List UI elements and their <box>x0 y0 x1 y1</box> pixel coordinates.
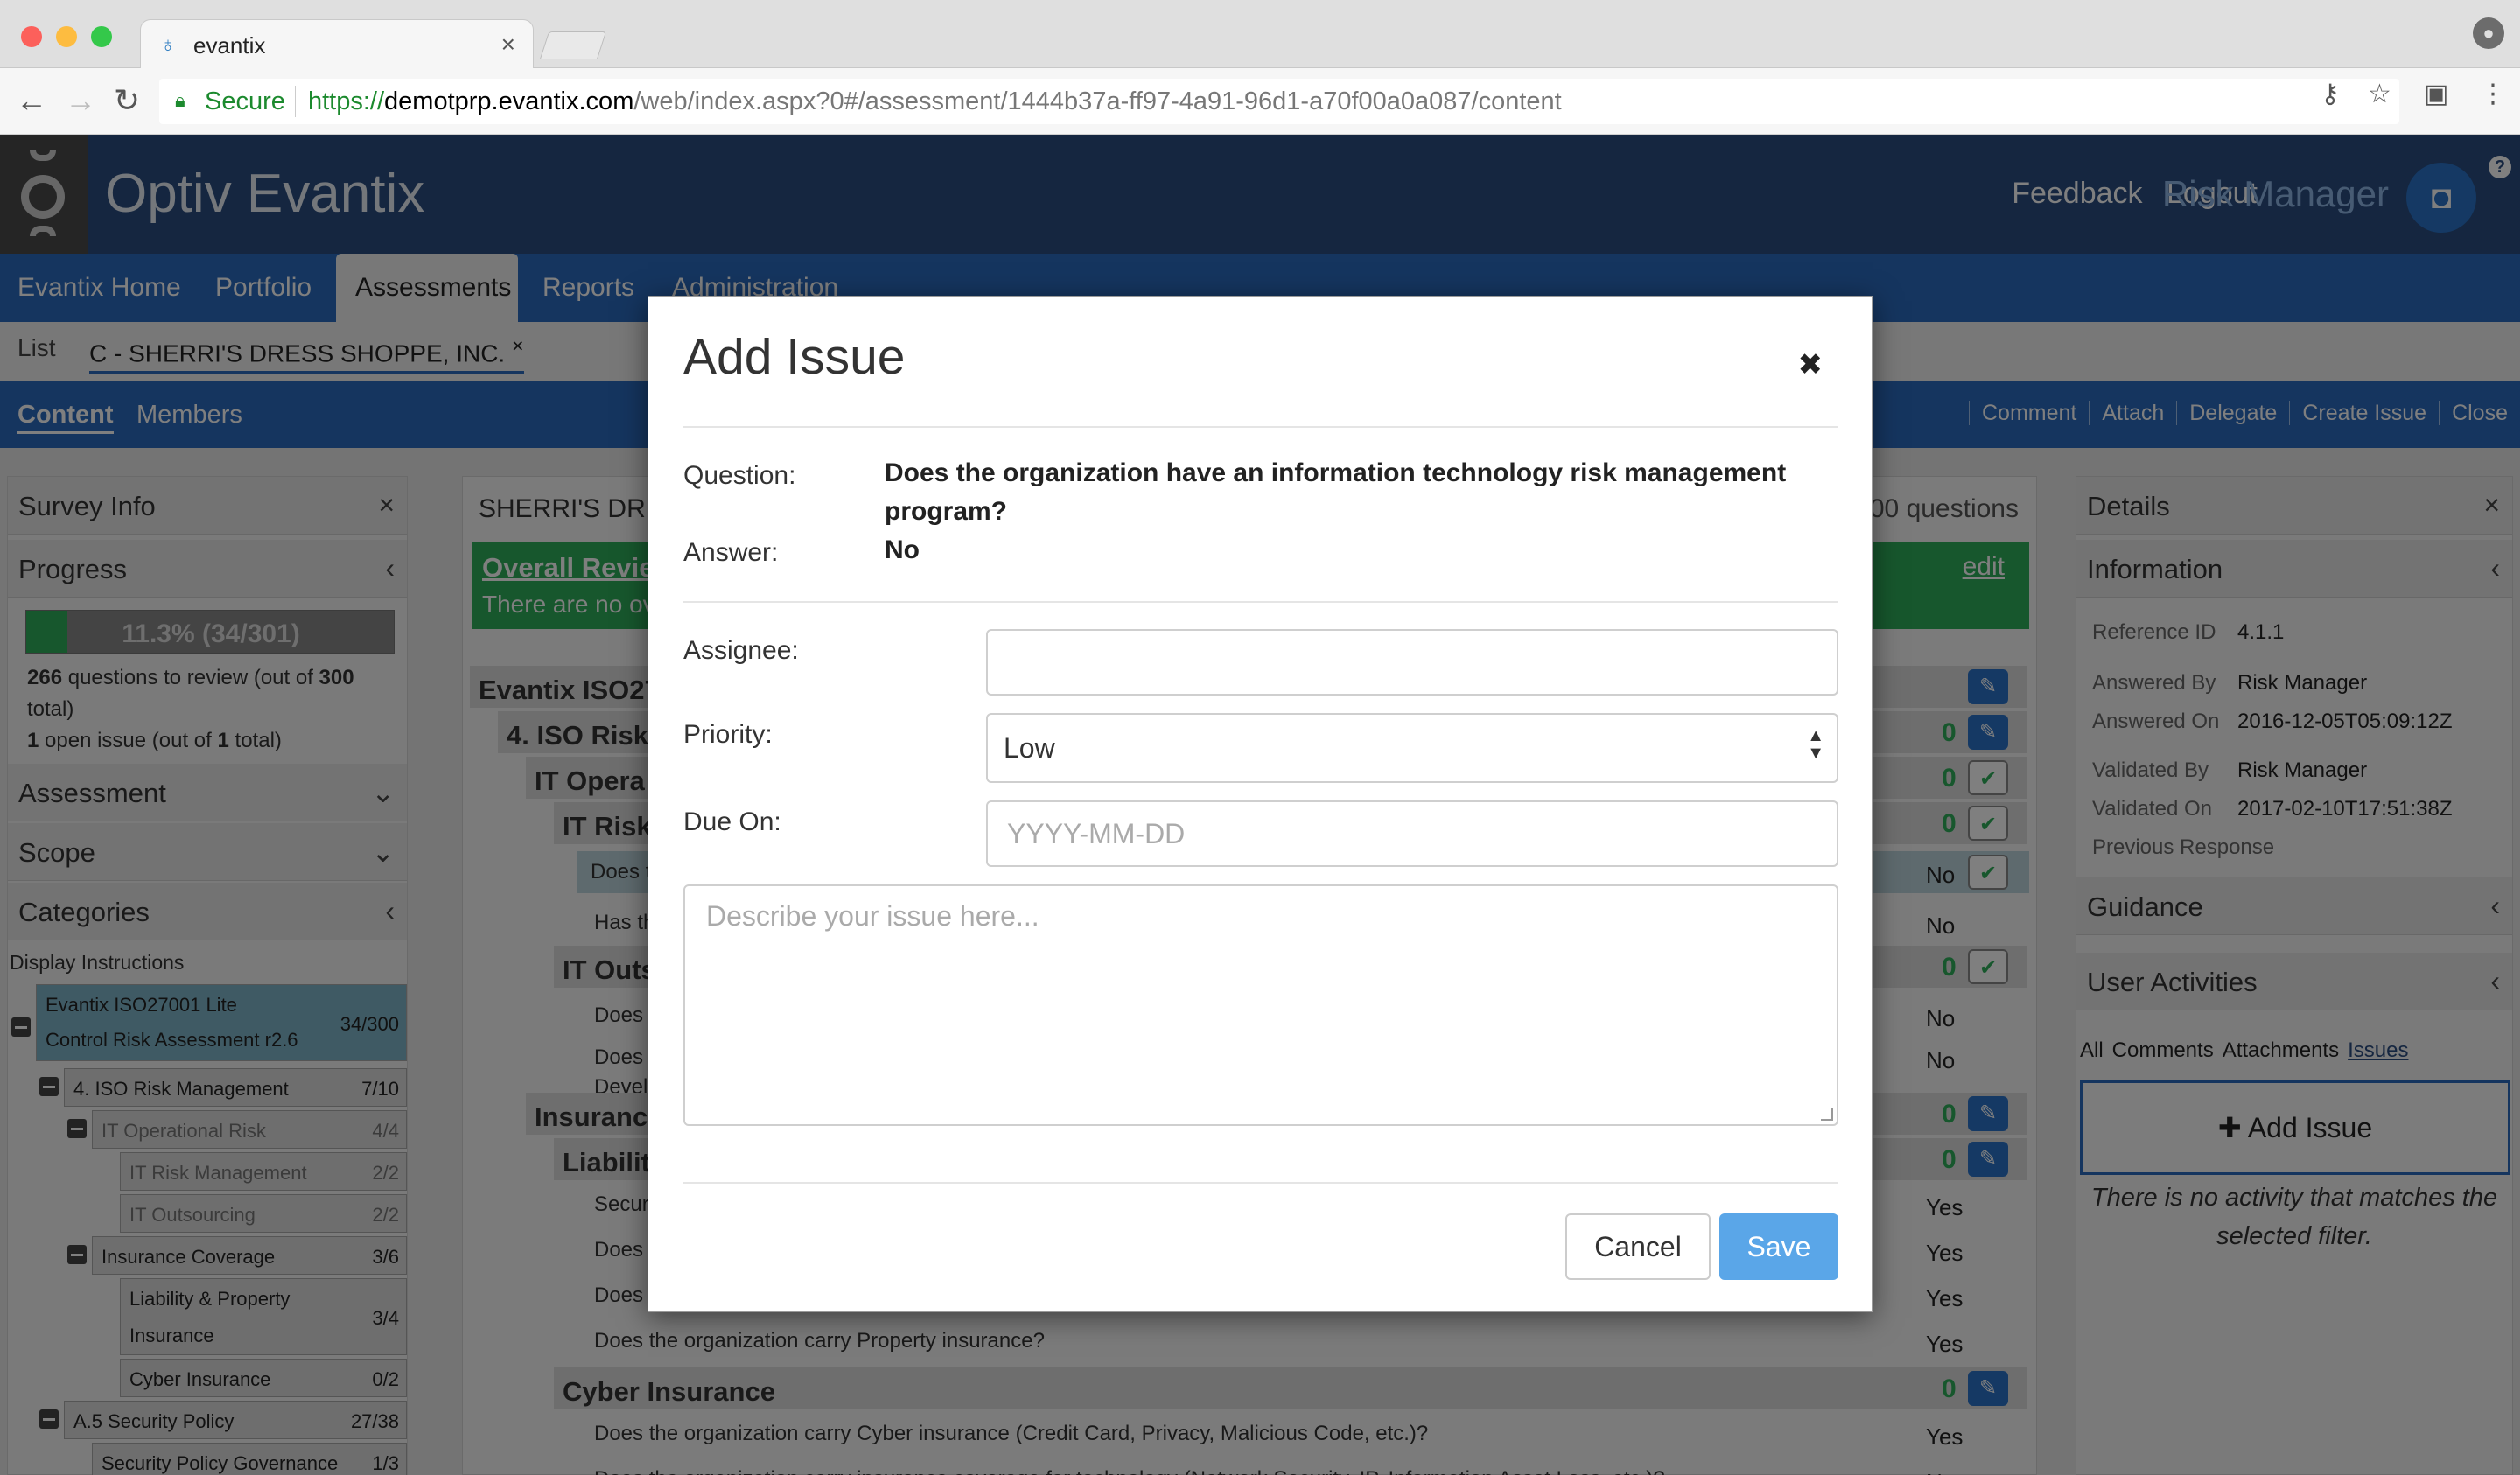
browser-toolbar: ← → ↻ 🔒︎ Secure https://demotprp.evantix… <box>0 68 2520 135</box>
minimize-window-icon[interactable] <box>56 26 77 47</box>
save-button[interactable]: Save <box>1719 1213 1838 1280</box>
lock-icon: 🔒︎ <box>175 89 186 111</box>
select-arrows-icon: ▲ ▼ <box>1807 726 1824 763</box>
priority-select[interactable]: Low ▲ ▼ <box>986 713 1838 783</box>
tab-close-icon[interactable]: × <box>501 31 515 59</box>
url-text: https://demotprp.evantix.com/web/index.a… <box>308 87 1562 115</box>
add-issue-modal: Add Issue ✖ Question: Does the organizat… <box>648 296 1872 1312</box>
bookmark-star-icon[interactable]: ☆ <box>2368 79 2391 109</box>
evantix-favicon-icon: ♁ <box>160 33 176 57</box>
address-bar[interactable]: 🔒︎ Secure https://demotprp.evantix.com/w… <box>159 79 2399 124</box>
due-date-input[interactable]: YYYY-MM-DD <box>986 800 1838 867</box>
tab-title: evantix <box>193 32 266 59</box>
question-text: Does the organization have an informatio… <box>885 458 1787 526</box>
secure-label: Secure <box>205 87 285 115</box>
modal-close-icon[interactable]: ✖ <box>1798 347 1824 382</box>
key-icon[interactable]: ⚷ <box>2320 79 2340 109</box>
browser-profile-icon[interactable]: ● <box>2473 17 2504 49</box>
forward-arrow-icon[interactable]: → <box>65 82 96 119</box>
due-on-label: Due On: <box>683 807 781 836</box>
new-tab-button[interactable] <box>539 31 607 59</box>
issue-description-textarea[interactable]: Describe your issue here... <box>683 884 1838 1126</box>
modal-title: Add Issue <box>683 329 906 385</box>
close-window-icon[interactable] <box>21 26 42 47</box>
menu-dots-icon[interactable]: ⋮ <box>2480 79 2506 109</box>
priority-label: Priority: <box>683 720 773 749</box>
extension-icon[interactable]: ▣ <box>2424 79 2448 109</box>
cancel-button[interactable]: Cancel <box>1565 1213 1711 1280</box>
assignee-input[interactable] <box>986 629 1838 696</box>
back-arrow-icon[interactable]: ← <box>16 82 47 119</box>
resize-grip-icon[interactable] <box>1821 1108 1833 1121</box>
reload-icon[interactable]: ↻ <box>114 82 140 119</box>
browser-tab[interactable]: ♁ evantix × <box>140 19 534 70</box>
browser-tab-bar: ♁ evantix × ● <box>0 0 2520 70</box>
maximize-window-icon[interactable] <box>91 26 112 47</box>
assignee-label: Assignee: <box>683 636 799 665</box>
answer-text: No <box>885 535 920 564</box>
answer-label: Answer: <box>683 538 779 567</box>
question-label: Question: <box>683 461 796 490</box>
